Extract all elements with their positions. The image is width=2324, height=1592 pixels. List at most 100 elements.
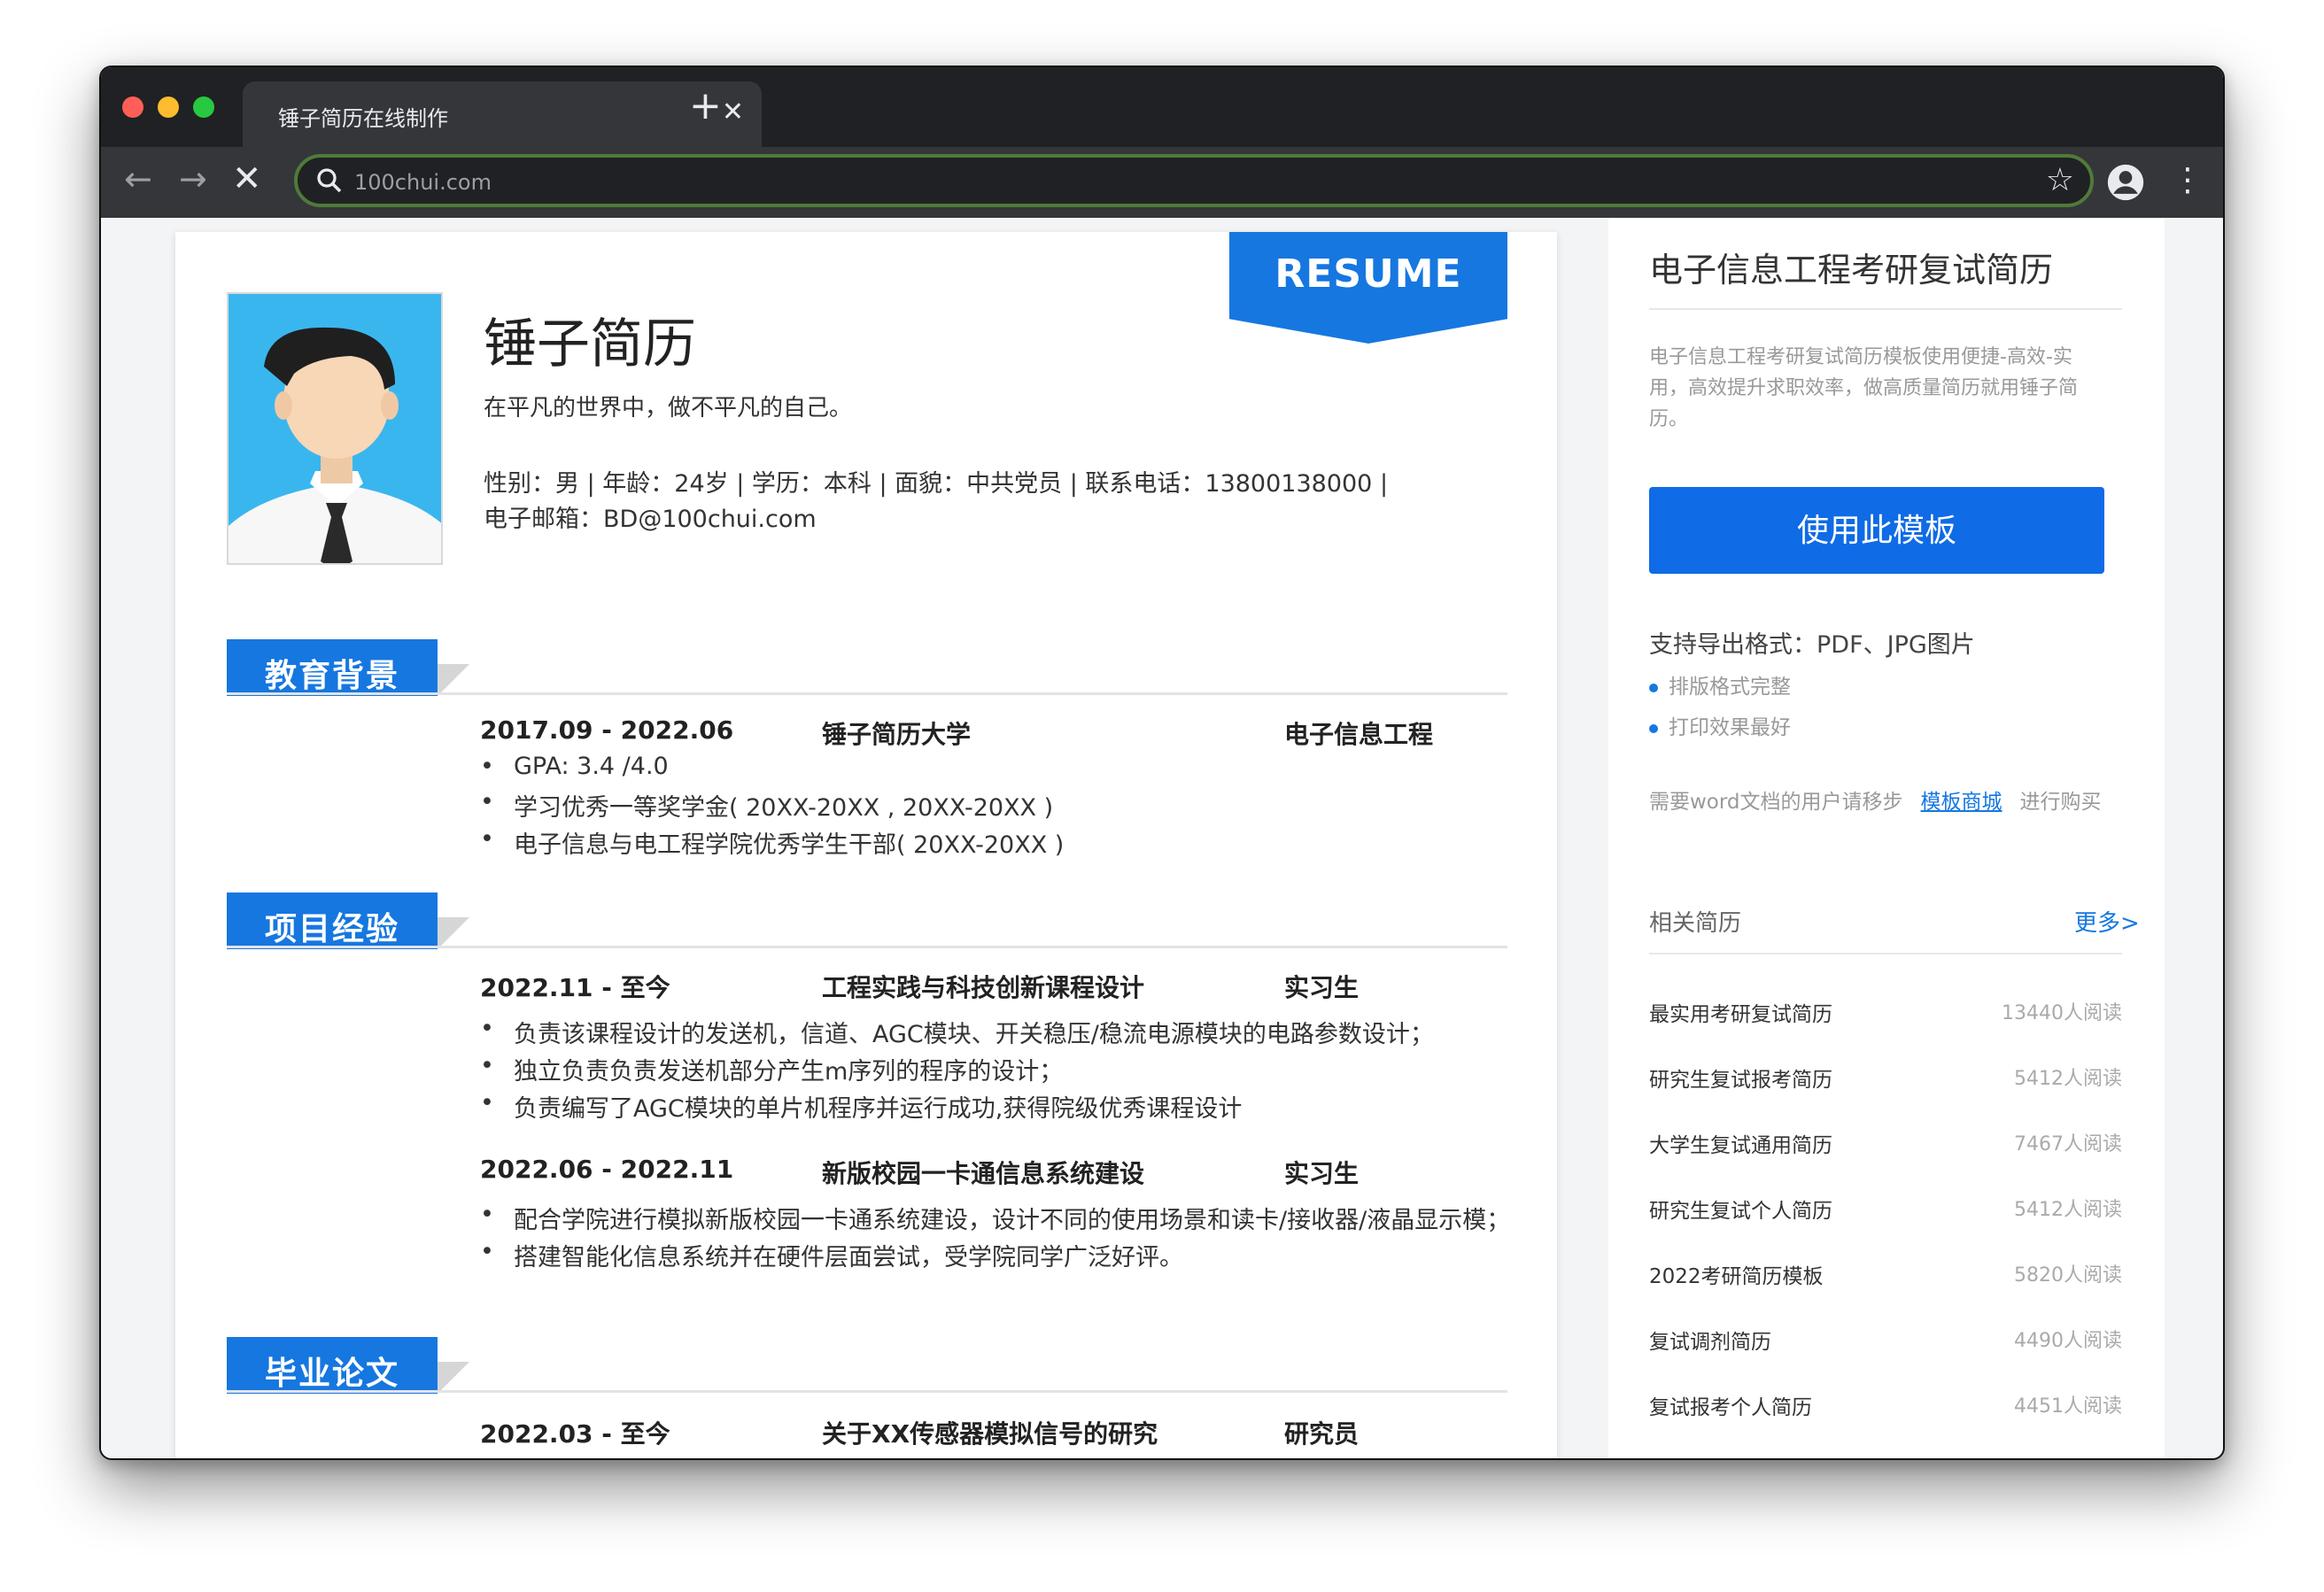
entry-date: 2017.09 - 2022.06 (480, 715, 734, 745)
section-tail (438, 664, 469, 696)
section-title-box: 教育背景 (227, 639, 438, 696)
export-feature-item: 打印效果最好 (1649, 710, 1791, 740)
tab-active[interactable]: 锤子简历在线制作 ✕ (243, 81, 762, 147)
section-title-box: 项目经验 (227, 893, 438, 949)
related-resume-name[interactable]: 2022考研简历模板 (1649, 1259, 1824, 1289)
read-count: 5412人阅读 (2014, 1068, 2122, 1090)
entry-date: 2022.11 - 至今 (480, 973, 670, 1002)
bullet-item: 独立负责负责发送机部分产生m序列的程序的设计； (480, 1052, 1063, 1086)
section-tail (438, 1362, 469, 1394)
word-doc-note: 需要word文档的用户请移步 模板商城 进行购买 (1649, 791, 2102, 814)
entry-org: 新版校园一卡通信息系统建设 (822, 1159, 1145, 1188)
close-window-button[interactable] (122, 97, 143, 118)
resume-info-line1: 性别：男 | 年龄：24岁 | 学历：本科 | 面貌：中共党员 | 联系电话：1… (484, 470, 1389, 498)
export-format-title: 支持导出格式：PDF、JPG图片 (1649, 631, 1975, 659)
read-count: 7467人阅读 (2014, 1133, 2122, 1155)
use-template-button[interactable]: 使用此模板 (1649, 487, 2104, 574)
stop-loading-icon[interactable]: ✕ (232, 161, 262, 197)
bullet-item: 配合学院进行模拟新版校园一卡通系统建设，设计不同的使用场景和读卡/接收器/液晶显… (480, 1201, 1510, 1235)
related-resume-name[interactable]: 复试调剂简历 (1649, 1325, 1771, 1355)
related-resumes-label: 相关简历 (1649, 910, 1742, 937)
related-resume-item[interactable]: 最实用考研复试简历 13440人阅读 (1649, 997, 2122, 1032)
search-icon (317, 168, 342, 193)
entry-date: 2022.03 - 至今 (480, 1419, 670, 1449)
section-tail (438, 917, 469, 949)
resume-motto: 在平凡的世界中，做不平凡的自己。 (484, 395, 853, 421)
section-title: 毕业论文 (264, 1356, 399, 1392)
resume-info-line2: 电子邮箱：BD@100chui.com (484, 506, 817, 533)
address-bar[interactable]: 100chui.com ☆ (294, 154, 2094, 207)
bullet-dot-icon (1649, 683, 1658, 692)
sidebar-divider (1649, 308, 2122, 310)
section-head-education: 教育背景 (227, 639, 469, 696)
related-resume-name[interactable]: 研究生复试个人简历 (1649, 1194, 1832, 1224)
section-divider (227, 1390, 1507, 1393)
read-count: 13440人阅读 (2002, 1002, 2122, 1024)
resume-preview: RESUME 锤子简历 在平凡的世界中，做不平凡的自己。 性别：男 | 年龄：2… (175, 232, 1557, 1458)
more-link[interactable]: 更多> (2074, 905, 2140, 938)
related-resume-item[interactable]: 大学生复试通用简历 7467人阅读 (1649, 1128, 2122, 1163)
bullet-item: 负责该课程设计的发送机，信道、AGC模块、开关稳压/稳流电源模块的电路参数设计； (480, 1015, 1434, 1049)
tab-close-icon[interactable]: ✕ (722, 97, 744, 128)
read-count: 4490人阅读 (2014, 1330, 2122, 1352)
bullet-item: 学习优秀一等奖学金( 20XX-20XX , 20XX-20XX ) (480, 788, 1053, 823)
related-resume-item[interactable]: 复试报考个人简历 4451人阅读 (1649, 1390, 2122, 1426)
ribbon-text: RESUME (1274, 251, 1462, 297)
tab-title: 锤子简历在线制作 (278, 106, 448, 131)
profile-avatar-icon[interactable] (2106, 163, 2145, 202)
section-title-box: 毕业论文 (227, 1337, 438, 1394)
entry-org: 锤子简历大学 (822, 720, 972, 749)
entry-role: 实习生 (1284, 1159, 1360, 1188)
entry-date: 2022.06 - 2022.11 (480, 1155, 734, 1184)
minimize-window-button[interactable] (158, 97, 179, 118)
entry-role: 实习生 (1284, 973, 1360, 1002)
read-count: 5820人阅读 (2014, 1264, 2122, 1287)
template-title: 电子信息工程考研复试简历 (1649, 251, 2054, 290)
sidebar-divider (1649, 953, 2122, 954)
entry-role: 电子信息工程 (1284, 720, 1434, 749)
browser-toolbar: ← → ✕ 100chui.com ☆ ⋮ (101, 147, 2223, 218)
section-divider (227, 946, 1507, 948)
section-divider (227, 692, 1507, 695)
entry-org: 工程实践与科技创新课程设计 (822, 973, 1145, 1002)
browser-window: 锤子简历在线制作 ✕ + ← → ✕ 100chui.com ☆ ⋮ RESUM… (99, 66, 2225, 1460)
bullet-item: 电子信息与电工程学院优秀学生干部( 20XX-20XX ) (480, 825, 1064, 860)
back-arrow-icon[interactable]: ← (124, 161, 152, 197)
related-resume-item[interactable]: 复试调剂简历 4490人阅读 (1649, 1325, 2122, 1360)
template-description: 电子信息工程考研复试简历模板使用便捷-高效-实用，高效提升求职效率，做高质量简历… (1649, 346, 2079, 430)
bullet-item: 搭建智能化信息系统并在硬件层面尝试，受学院同学广泛好评。 (480, 1238, 1183, 1272)
related-resume-name[interactable]: 大学生复试通用简历 (1649, 1128, 1832, 1158)
section-head-projects: 项目经验 (227, 893, 469, 949)
avatar-photo (227, 292, 443, 565)
url-text[interactable]: 100chui.com (354, 170, 492, 195)
related-resume-name[interactable]: 最实用考研复试简历 (1649, 997, 1832, 1027)
forward-arrow-icon[interactable]: → (179, 161, 207, 197)
related-resume-item[interactable]: 2022考研简历模板 5820人阅读 (1649, 1259, 2122, 1294)
new-tab-button[interactable]: + (689, 87, 722, 126)
read-count: 5412人阅读 (2014, 1199, 2122, 1221)
bullet-item: 负责编写了AGC模块的单片机程序并运行成功,获得院级优秀课程设计 (480, 1089, 1242, 1124)
tab-bar: 锤子简历在线制作 ✕ + (101, 67, 2223, 147)
page-viewport: RESUME 锤子简历 在平凡的世界中，做不平凡的自己。 性别：男 | 年龄：2… (101, 218, 2223, 1458)
template-store-link[interactable]: 模板商城 (1921, 791, 2003, 814)
section-title: 教育背景 (264, 658, 399, 694)
browser-menu-icon[interactable]: ⋮ (2172, 161, 2204, 200)
section-title: 项目经验 (264, 911, 399, 947)
template-sidebar: 电子信息工程考研复试简历 电子信息工程考研复试简历模板使用便捷-高效-实用，高效… (1608, 218, 2165, 1458)
resume-ribbon: RESUME (1229, 232, 1507, 344)
entry-role: 研究员 (1284, 1419, 1360, 1449)
entry-org: 关于XX传感器模拟信号的研究 (822, 1419, 1158, 1449)
read-count: 4451人阅读 (2014, 1395, 2122, 1418)
related-resume-name[interactable]: 研究生复试报考简历 (1649, 1063, 1832, 1093)
related-resume-item[interactable]: 研究生复试报考简历 5412人阅读 (1649, 1063, 2122, 1098)
bookmark-star-icon[interactable]: ☆ (2046, 163, 2074, 198)
related-resume-name[interactable]: 复试报考个人简历 (1649, 1390, 1812, 1420)
section-head-thesis: 毕业论文 (227, 1337, 469, 1394)
resume-name: 锤子简历 (484, 313, 696, 375)
maximize-window-button[interactable] (193, 97, 214, 118)
related-resume-item[interactable]: 研究生复试个人简历 5412人阅读 (1649, 1194, 2122, 1229)
export-feature-item: 排版格式完整 (1649, 669, 1791, 699)
bullet-item: GPA: 3.4 /4.0 (480, 753, 669, 780)
person-illustration-icon (229, 294, 441, 563)
bullet-dot-icon (1649, 723, 1658, 733)
